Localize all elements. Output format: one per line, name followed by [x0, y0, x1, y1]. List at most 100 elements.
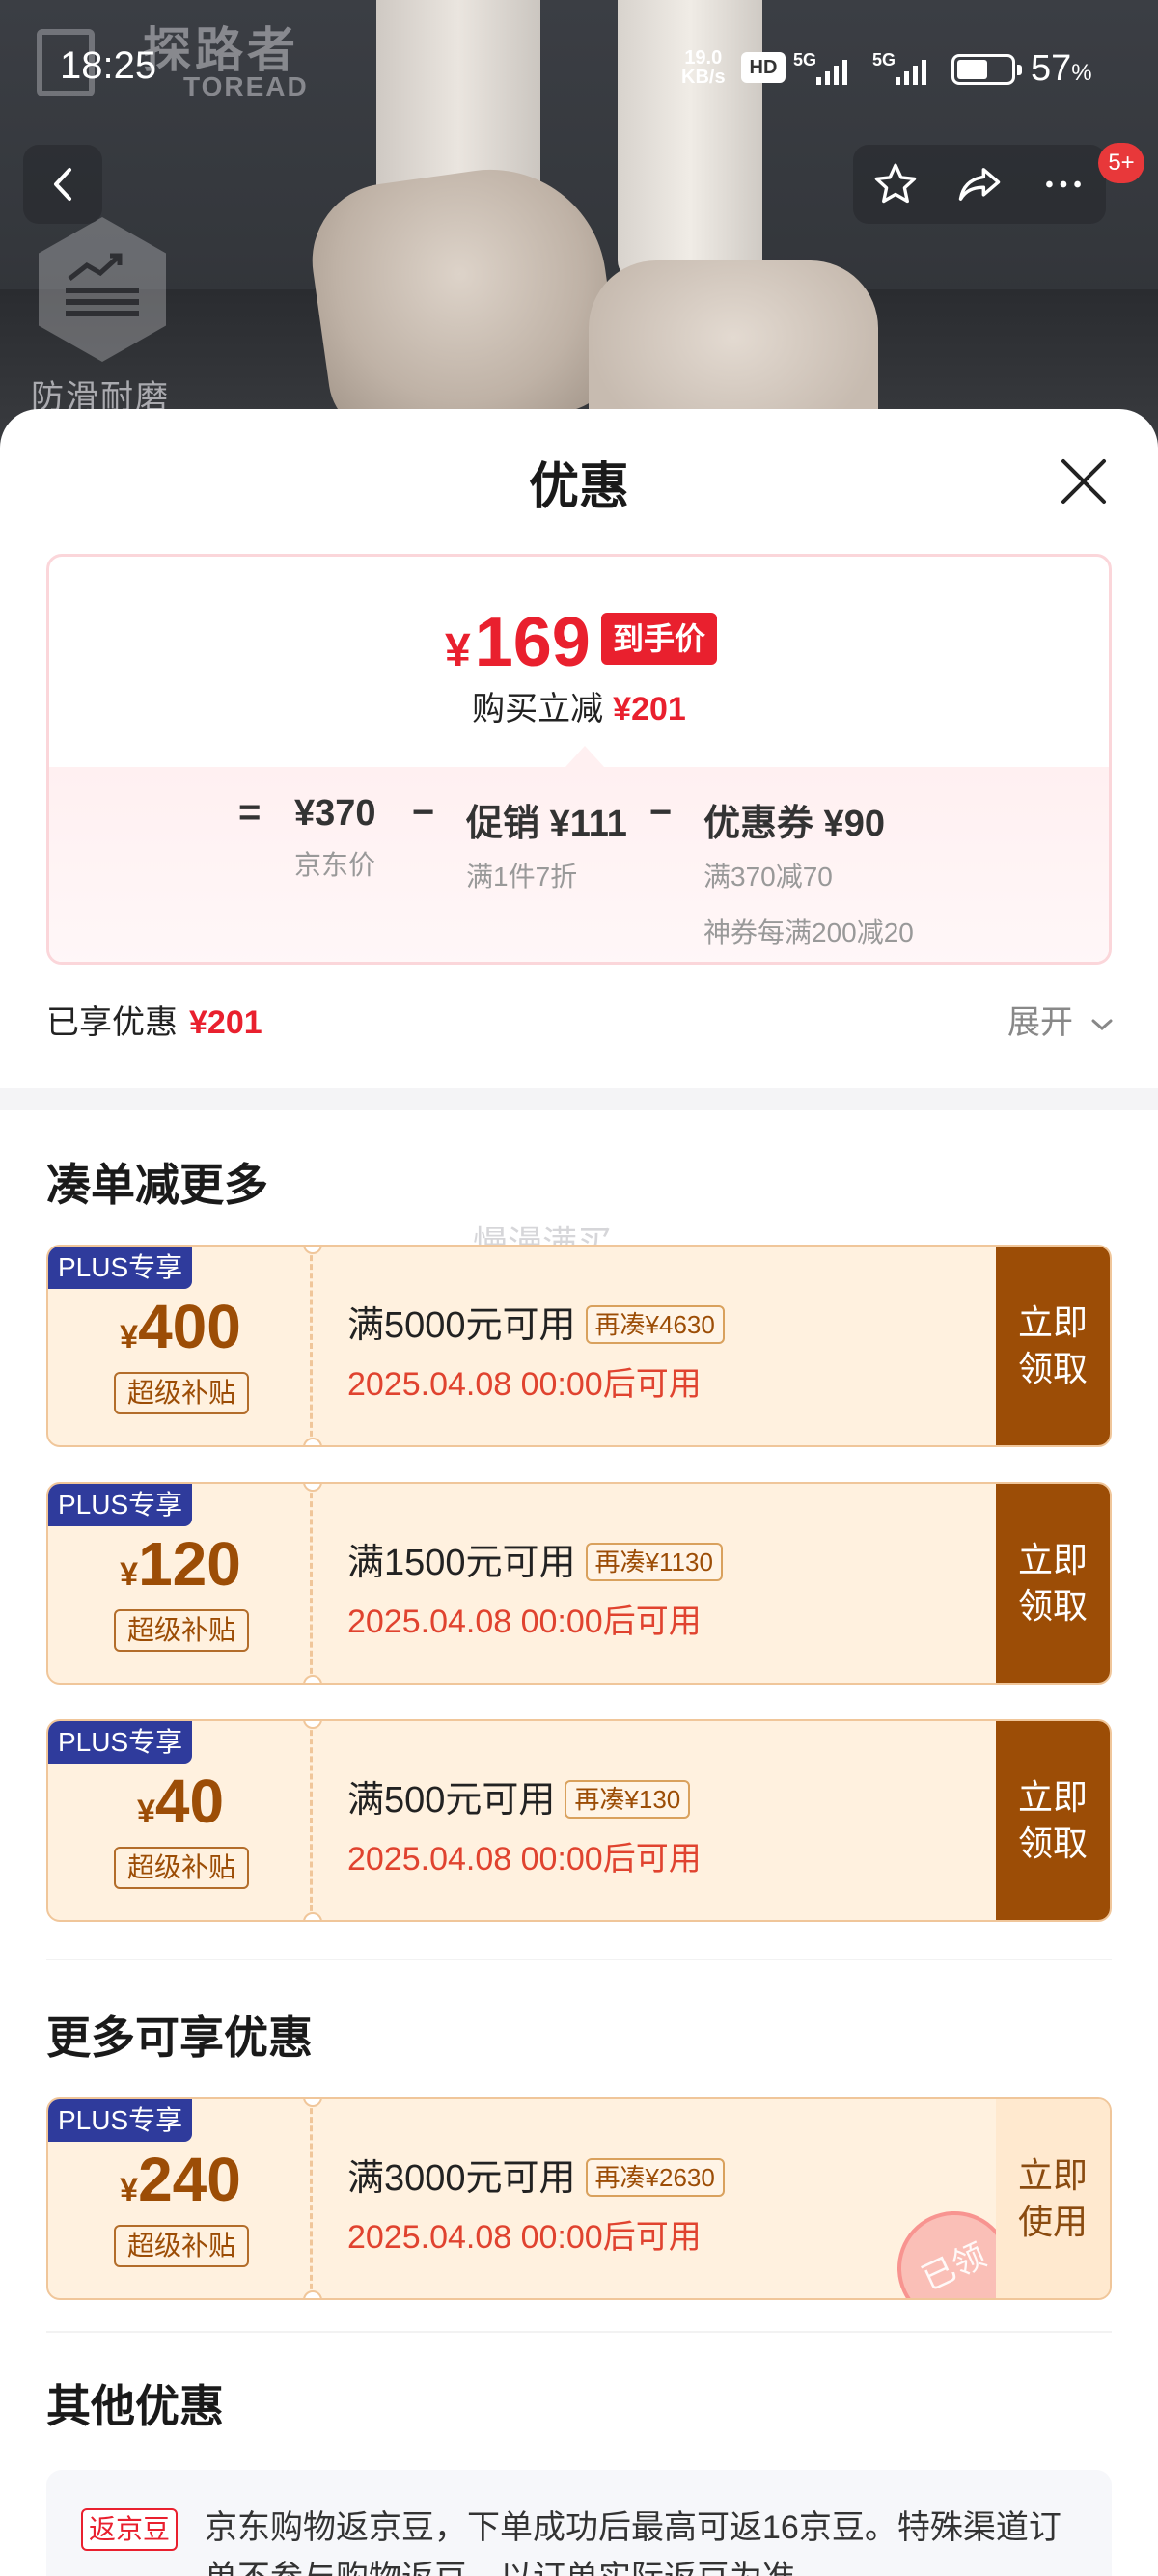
more-button[interactable]: [1025, 145, 1102, 224]
button-label: 立即 领取: [1017, 1302, 1088, 1388]
claim-coupon-button[interactable]: 立即 领取: [996, 1247, 1110, 1445]
back-icon: [54, 168, 71, 201]
section-title-available: 更多可享优惠: [46, 2013, 313, 2063]
coupon-extra: 再凑¥4630: [585, 1305, 725, 1344]
formula-coupon: 优惠券 ¥90 满370减70 神券每满200减20: [703, 793, 914, 950]
coupon-amount: ¥240: [120, 2145, 241, 2214]
formula-minus-1: −: [412, 791, 435, 834]
divider: [46, 1959, 1112, 1960]
coupon-left: PLUS专享 ¥240 超级补贴: [48, 2099, 313, 2298]
button-label: 立即 领取: [1017, 1540, 1088, 1626]
status-bar: 18:25 19.0 KB/s HD 5G 5G 57%: [0, 0, 1158, 135]
coupon-left: PLUS专享 ¥40 超级补贴: [48, 1721, 313, 1920]
app-screen: 探路者 TOREAD 防滑耐磨 18:25 19.0 KB/s HD 5G 5G: [0, 0, 1158, 2576]
star-icon: [874, 163, 916, 204]
promo-desc: 满1件7折: [466, 862, 578, 891]
favorite-button[interactable]: [857, 145, 934, 224]
coupon-left: PLUS专享 ¥400 超级补贴: [48, 1247, 313, 1445]
signal-icon-2: 5G: [872, 50, 946, 85]
plus-badge: PLUS专享: [48, 2099, 193, 2142]
section-gap: [0, 1088, 1158, 1110]
available-coupon-card: PLUS专享 ¥240 超级补贴 满3000元可用 再凑¥2630 2025.04…: [46, 2097, 1112, 2300]
other-offer-card: 返京豆 京东购物返京豆，下单成功后最高可返16京豆。特殊渠道订单不参与购物返豆，…: [46, 2470, 1112, 2576]
coupon-card: PLUS专享 ¥120 超级补贴 满1500元可用 再凑¥1130 2025.04…: [46, 1482, 1112, 1685]
claim-coupon-button[interactable]: 立即 领取: [996, 1484, 1110, 1683]
formula-minus-2: −: [649, 791, 673, 834]
enjoyed-discount: 已享优惠 ¥201: [46, 996, 262, 1043]
sheet-title: 优惠: [528, 459, 629, 515]
coupon-extra: 再凑¥1130: [585, 1543, 723, 1581]
coupon-info: 满500元可用 再凑¥130 2025.04.08 00:00后可用: [347, 1769, 702, 1879]
hd-icon: HD: [741, 52, 786, 83]
notification-badge: 5+: [1098, 143, 1144, 183]
price-breakdown-card: ¥ 169 到手价 购买立减 ¥201 = ¥370 京东价 − 促销 ¥111 …: [46, 554, 1112, 965]
share-icon: [958, 168, 1001, 201]
coupon-extra: 再凑¥2630: [585, 2158, 725, 2197]
coupon-type: 超级补贴: [114, 1847, 249, 1889]
coupon-condition: 满3000元可用 再凑¥2630: [347, 2148, 725, 2201]
net-speed-unit: KB/s: [681, 67, 726, 88]
coupon-left: PLUS专享 ¥120 超级补贴: [48, 1484, 313, 1683]
button-label: 立即 使用: [1017, 2155, 1088, 2241]
expand-label: 展开: [1007, 1004, 1073, 1041]
formula-equals: =: [238, 791, 262, 834]
more-icon: [1046, 180, 1082, 188]
enjoyed-amount: ¥201: [189, 1004, 262, 1041]
status-time: 18:25: [60, 44, 157, 87]
share-button[interactable]: [941, 145, 1018, 224]
battery-fill: [957, 60, 987, 79]
bean-offer-text: 京东购物返京豆，下单成功后最高可返16京豆。特殊渠道订单不参与购物返豆，以订单实…: [205, 2509, 1062, 2576]
button-label: 立即 领取: [1017, 1777, 1088, 1863]
back-button[interactable]: [23, 145, 102, 224]
bean-tag: 返京豆: [81, 2508, 179, 2551]
coupon-condition: 满500元可用 再凑¥130: [347, 1769, 702, 1822]
coupon-info: 满3000元可用 再凑¥2630 2025.04.08 00:00后可用: [347, 2148, 725, 2258]
coupon-type: 超级补贴: [114, 1372, 249, 1414]
net-speed-value: 19.0: [684, 47, 723, 69]
coupon-card: PLUS专享 ¥400 超级补贴 满5000元可用 再凑¥4630 2025.04…: [46, 1245, 1112, 1447]
divider: [46, 2331, 1112, 2333]
coupon-amount: ¥400: [120, 1292, 241, 1361]
plus-badge: PLUS专享: [48, 1247, 193, 1289]
trend-icon: [66, 253, 139, 316]
section-title-more: 凑单减更多: [46, 1160, 268, 1210]
coupon-condition: 满1500元可用 再凑¥1130: [347, 1532, 723, 1585]
plus-badge: PLUS专享: [48, 1484, 193, 1526]
coupon-value: 优惠券 ¥90: [703, 804, 885, 844]
claim-coupon-button[interactable]: 立即 领取: [996, 1721, 1110, 1920]
coupon-extra: 再凑¥130: [565, 1780, 691, 1819]
promo-value: 促销 ¥111: [466, 804, 627, 844]
instant-reduction-amount: ¥201: [613, 691, 686, 727]
final-price-value: 169: [474, 604, 591, 681]
jd-price-value: ¥370: [294, 793, 376, 834]
coupon-valid: 2025.04.08 00:00后可用: [347, 1603, 702, 1640]
coupon-desc: 满370减70: [703, 862, 833, 891]
final-price-tag: 到手价: [601, 613, 718, 665]
coupon-amount: ¥40: [136, 1767, 225, 1836]
jd-price-label: 京东价: [294, 850, 376, 880]
battery-percent: 57%: [1031, 48, 1092, 89]
coupon-valid: 2025.04.08 00:00后可用: [347, 2219, 702, 2256]
instant-reduction-label: 购买立减: [472, 691, 604, 727]
coupon-valid: 2025.04.08 00:00后可用: [347, 1366, 702, 1403]
close-button[interactable]: [1054, 452, 1114, 511]
coupon-info: 满1500元可用 再凑¥1130 2025.04.08 00:00后可用: [347, 1532, 723, 1642]
instant-reduction: 购买立减 ¥201: [49, 682, 1109, 729]
plus-badge: PLUS专享: [48, 1721, 193, 1764]
expand-button[interactable]: 展开: [1007, 996, 1115, 1043]
final-price-currency: ¥: [445, 625, 471, 676]
photo-shoe-left: [302, 154, 624, 444]
use-coupon-button[interactable]: 立即 使用: [996, 2099, 1110, 2298]
section-title-other: 其他优惠: [46, 2381, 224, 2431]
enjoyed-label: 已享优惠: [46, 1004, 178, 1041]
formula-promo: 促销 ¥111 满1件7折: [466, 793, 627, 894]
coupon-amount: ¥120: [120, 1529, 241, 1599]
formula-jd-price: ¥370 京东价: [294, 793, 376, 883]
close-icon: [1062, 459, 1106, 504]
signal-icon-1: 5G: [793, 50, 867, 85]
chevron-down-icon: [1091, 1019, 1113, 1031]
coupon-desc-2: 神券每满200减20: [703, 918, 914, 947]
net-speed: 19.0 KB/s: [681, 48, 726, 87]
coupon-condition: 满5000元可用 再凑¥4630: [347, 1295, 725, 1348]
coupon-valid: 2025.04.08 00:00后可用: [347, 1841, 702, 1877]
